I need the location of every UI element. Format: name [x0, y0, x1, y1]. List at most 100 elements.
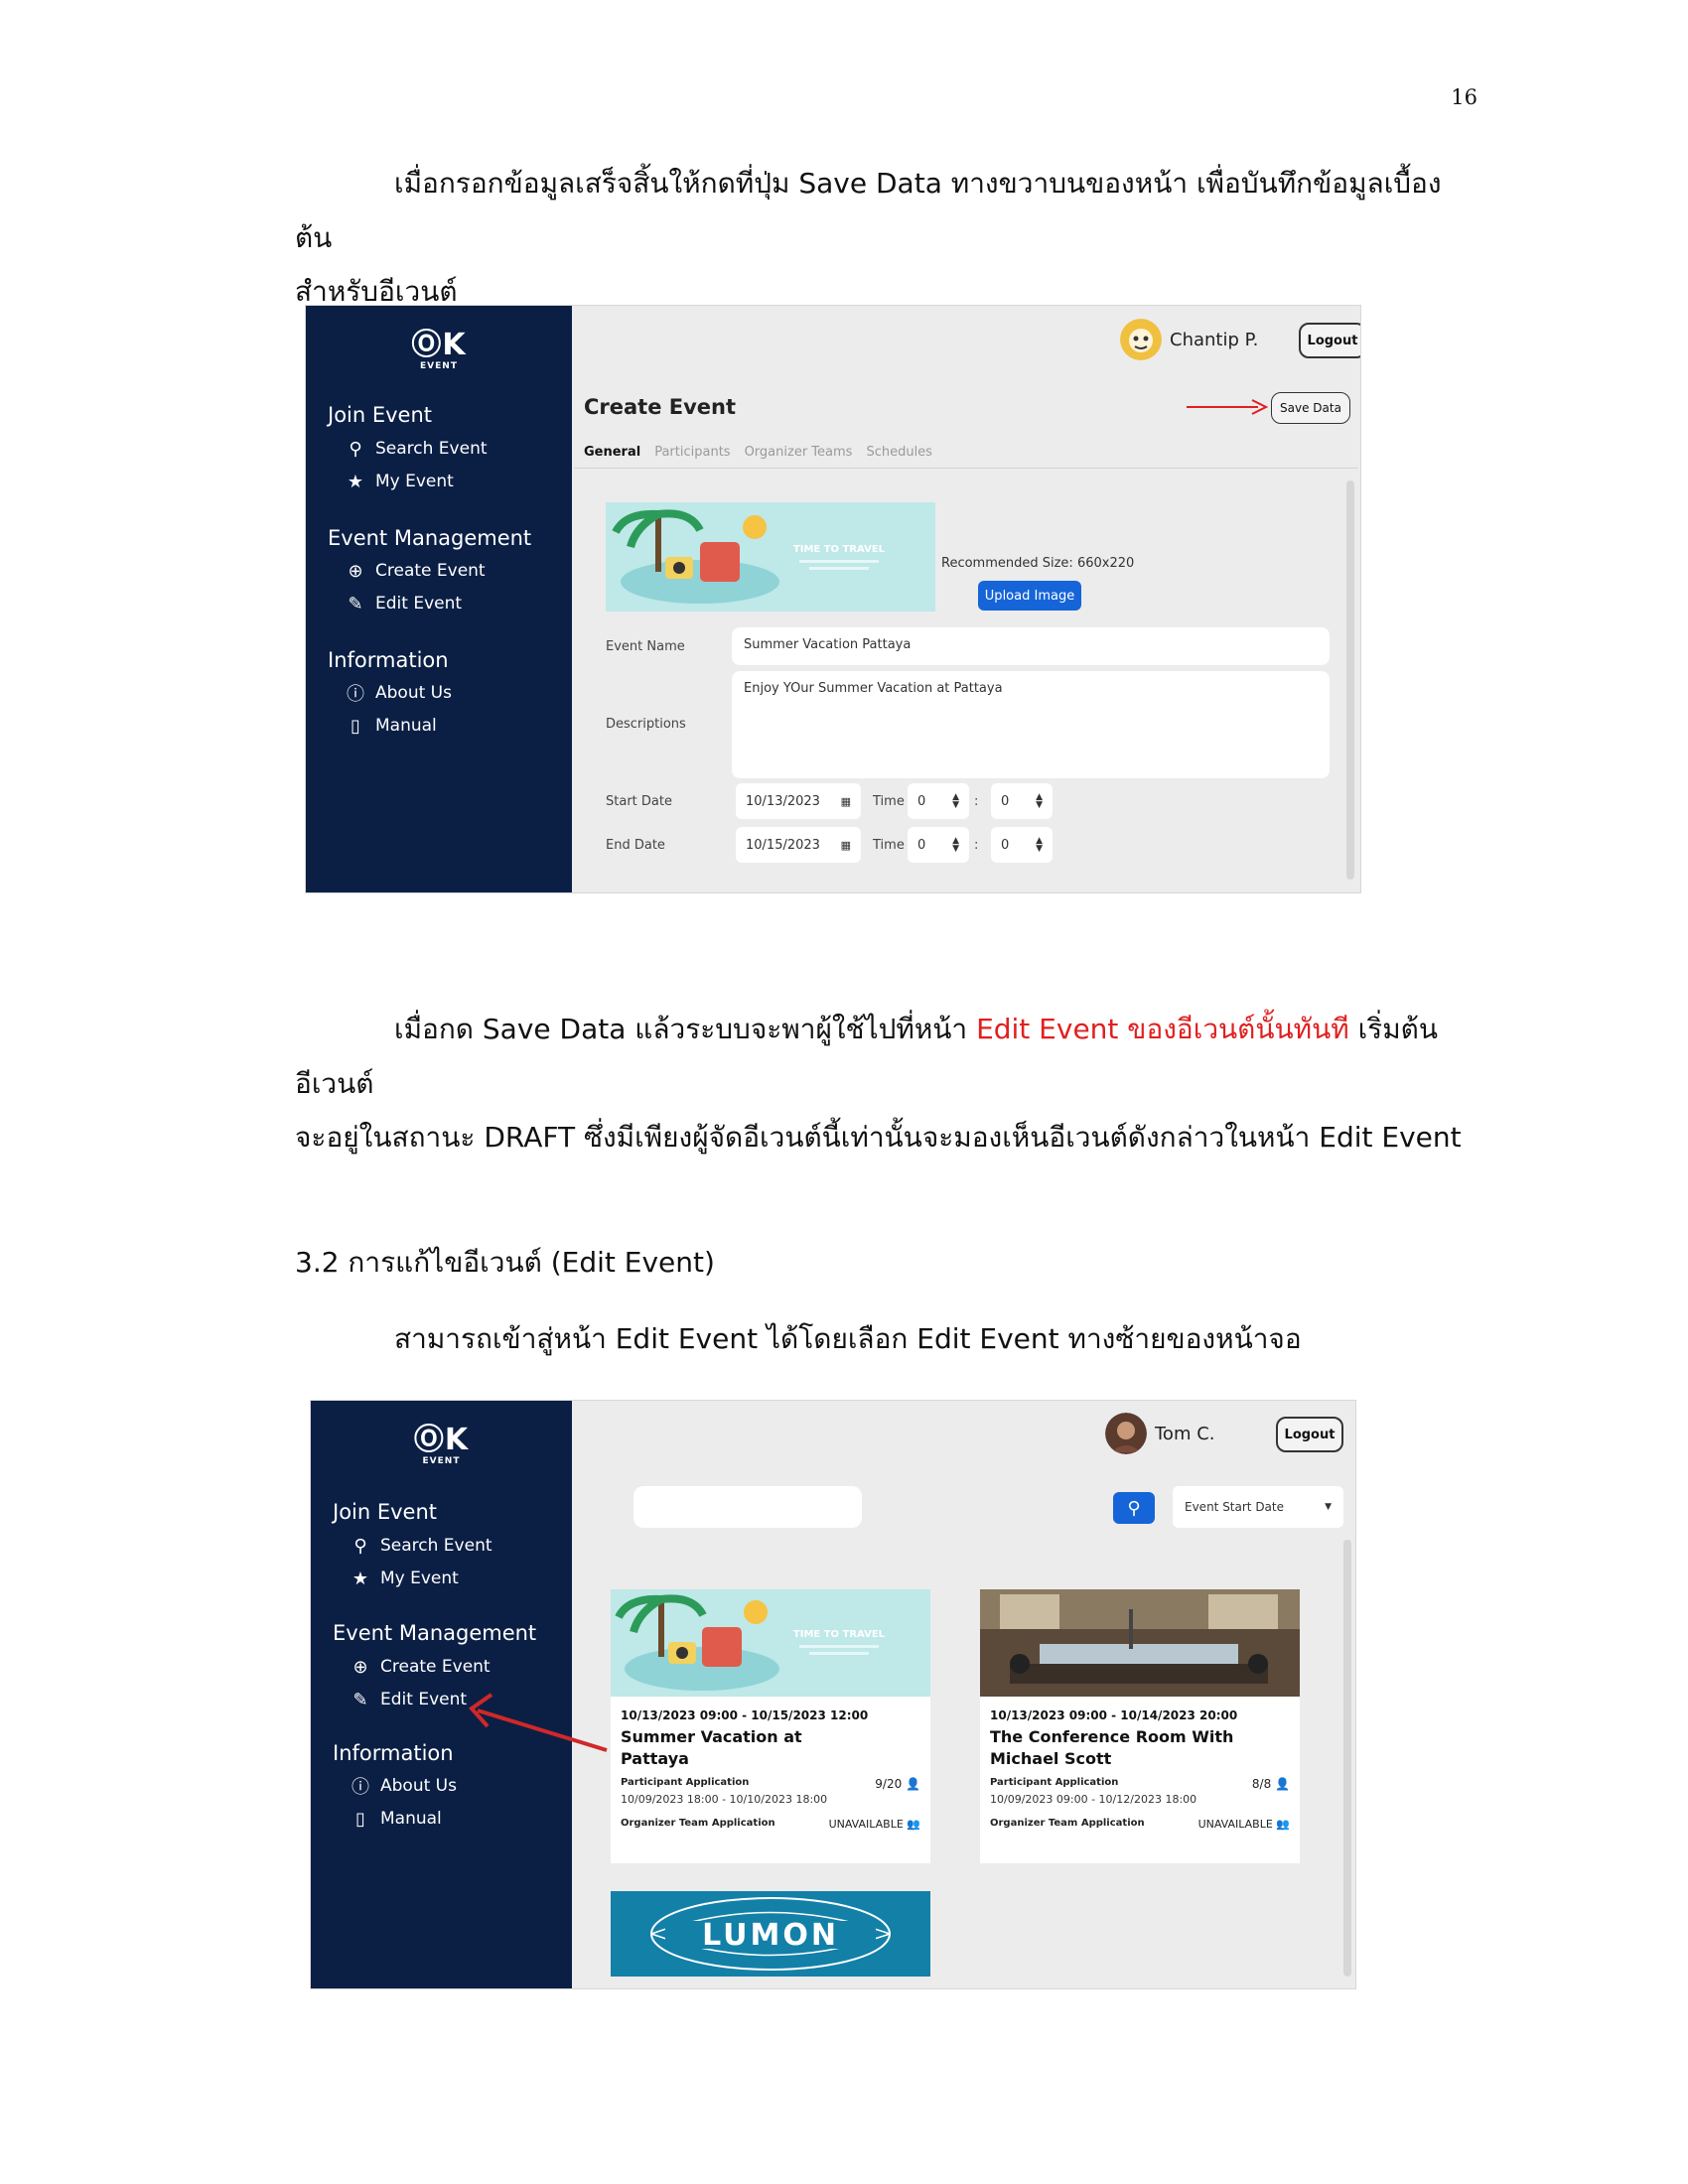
nav-label: Create Event [375, 561, 486, 581]
section-join-event: Join Event [333, 1500, 438, 1524]
plus-circle-icon: ⊕ [348, 560, 363, 582]
nav-label: Edit Event [380, 1690, 468, 1709]
nav-label: Manual [375, 716, 437, 736]
section-heading: 3.2 การแก้ไขอีเวนต์ (Edit Event) [295, 1246, 715, 1279]
user-name: Tom C. [1155, 1423, 1215, 1444]
start-date-value: 10/13/2023 [746, 793, 820, 809]
section-join-event: Join Event [328, 403, 433, 427]
organizer-row: Organizer Team Application UNAVAILABLE 👥 [611, 1818, 930, 1831]
end-hour-stepper[interactable]: 0 ▲ ▼ [908, 827, 969, 863]
spinner-icon[interactable]: ▲ ▼ [1036, 836, 1043, 853]
nav-label: My Event [375, 472, 454, 491]
tab-schedules[interactable]: Schedules [866, 445, 932, 460]
event-name-label: Event Name [606, 639, 685, 654]
banner-text: TIME TO TRAVEL [793, 1629, 886, 1640]
event-card[interactable]: LUMON [611, 1891, 930, 1977]
logo-mark: ⓄK [411, 328, 467, 362]
lumon-text: LUMON [702, 1918, 839, 1953]
nav-manual[interactable]: ▯ Manual [346, 715, 437, 737]
divider [574, 468, 1358, 469]
event-card[interactable]: TIME TO TRAVEL 10/13/2023 09:00 - 10/15/… [611, 1589, 930, 1863]
participant-row: Participant Application 9/20 👤 [611, 1777, 930, 1791]
save-data-button[interactable]: Save Data [1271, 392, 1350, 424]
tab-general[interactable]: General [584, 445, 640, 460]
time-colon: : [974, 794, 979, 809]
nav-search-event[interactable]: ⚲ Search Event [346, 439, 488, 460]
event-name-line: Summer Vacation at [621, 1727, 802, 1746]
chevron-down-icon: ▼ [1325, 1502, 1332, 1512]
sort-select[interactable]: Event Start Date ▼ [1173, 1486, 1343, 1528]
app-logo: ⓄK EVENT [311, 1415, 572, 1466]
sidebar: ⓄK EVENT Join Event ⚲ Search Event ★ My Ev… [306, 306, 572, 892]
section-information: Information [333, 1741, 454, 1765]
nav-manual[interactable]: ▯ Manual [351, 1809, 442, 1830]
avatar [1120, 319, 1162, 360]
paragraph-edit-event: สามารถเข้าสู่หน้า Edit Event ได้โดยเลือก… [394, 1322, 1302, 1355]
calendar-icon[interactable]: ▦ [841, 795, 851, 808]
nav-my-event[interactable]: ★ My Event [351, 1568, 459, 1589]
lumon-logo: LUMON [650, 1897, 891, 1971]
nav-create-event[interactable]: ⊕ Create Event [351, 1657, 490, 1678]
event-name-input[interactable]: Summer Vacation Pattaya [732, 627, 1330, 665]
search-button[interactable]: ⚲ [1113, 1492, 1155, 1524]
info-icon: ⓘ [347, 684, 364, 705]
person-icon: 👤 [906, 1777, 920, 1792]
nav-label: About Us [380, 1776, 457, 1796]
upload-image-button[interactable]: Upload Image [978, 581, 1081, 611]
pencil-icon: ✎ [348, 593, 363, 614]
event-card-image [980, 1589, 1300, 1697]
nav-label: Search Event [375, 439, 488, 459]
event-card-image: TIME TO TRAVEL [611, 1589, 930, 1697]
star-icon: ★ [352, 1568, 369, 1589]
descriptions-label: Descriptions [606, 717, 686, 732]
banner-text: TIME TO TRAVEL [793, 544, 886, 555]
end-time-label: Time [873, 838, 905, 853]
end-date-picker[interactable]: 10/15/2023 ▦ [736, 827, 861, 863]
nav-about-us[interactable]: ⓘ About Us [351, 1776, 457, 1798]
highlighted-text: Edit Event ของอีเวนต์นั้นทันที [976, 1013, 1349, 1045]
group-icon: 👥 [907, 1818, 920, 1832]
scrollbar[interactable] [1346, 480, 1354, 880]
logo-subtitle: EVENT [422, 1456, 461, 1466]
event-name-line: Pattaya [621, 1748, 689, 1768]
nav-label: Manual [380, 1809, 442, 1829]
descriptions-textarea[interactable]: Enjoy YOur Summer Vacation at Pattaya [732, 671, 1330, 778]
event-card[interactable]: 10/13/2023 09:00 - 10/14/2023 20:00 The … [980, 1589, 1300, 1863]
user-info: Chantip P. [1120, 319, 1258, 360]
tab-organizer-teams[interactable]: Organizer Teams [745, 445, 853, 460]
page-title: Create Event [584, 395, 737, 419]
section-event-management: Event Management [328, 526, 532, 550]
book-icon: ▯ [351, 715, 360, 737]
participant-count: 9/20 [875, 1777, 903, 1792]
participant-label: Participant Application [990, 1777, 1119, 1789]
spinner-icon[interactable]: ▲ ▼ [952, 836, 959, 853]
spinner-icon[interactable]: ▲ ▼ [1036, 792, 1043, 809]
nav-my-event[interactable]: ★ My Event [346, 471, 454, 492]
person-icon: 👤 [1275, 1777, 1290, 1792]
start-hour-stepper[interactable]: 0 ▲ ▼ [908, 783, 969, 819]
logo-subtitle: EVENT [420, 361, 458, 371]
nav-create-event[interactable]: ⊕ Create Event [346, 560, 486, 582]
event-name: Summer Vacation at Pattaya [611, 1724, 930, 1771]
event-date: 10/13/2023 09:00 - 10/14/2023 20:00 [990, 1708, 1238, 1722]
calendar-icon[interactable]: ▦ [841, 839, 851, 852]
start-time-label: Time [873, 794, 905, 809]
end-minute-stepper[interactable]: 0 ▲ ▼ [991, 827, 1053, 863]
star-icon: ★ [347, 471, 364, 492]
logout-button[interactable]: Logout [1299, 323, 1360, 358]
nav-search-event[interactable]: ⚲ Search Event [351, 1535, 492, 1557]
search-input[interactable] [633, 1486, 862, 1528]
organizer-label: Organizer Team Application [621, 1818, 775, 1830]
nav-edit-event[interactable]: ✎ Edit Event [346, 594, 462, 614]
create-event-screenshot: ⓄK EVENT Join Event ⚲ Search Event ★ My Ev… [305, 305, 1361, 893]
logout-button[interactable]: Logout [1276, 1417, 1343, 1452]
scrollbar[interactable] [1343, 1540, 1351, 1977]
event-banner-image: TIME TO TRAVEL [606, 502, 935, 612]
search-icon: ⚲ [353, 1535, 367, 1557]
start-date-picker[interactable]: 10/13/2023 ▦ [736, 783, 861, 819]
tab-participants[interactable]: Participants [654, 445, 730, 460]
nav-edit-event[interactable]: ✎ Edit Event [351, 1690, 468, 1710]
spinner-icon[interactable]: ▲ ▼ [952, 792, 959, 809]
start-minute-stepper[interactable]: 0 ▲ ▼ [991, 783, 1053, 819]
nav-about-us[interactable]: ⓘ About Us [346, 683, 452, 705]
